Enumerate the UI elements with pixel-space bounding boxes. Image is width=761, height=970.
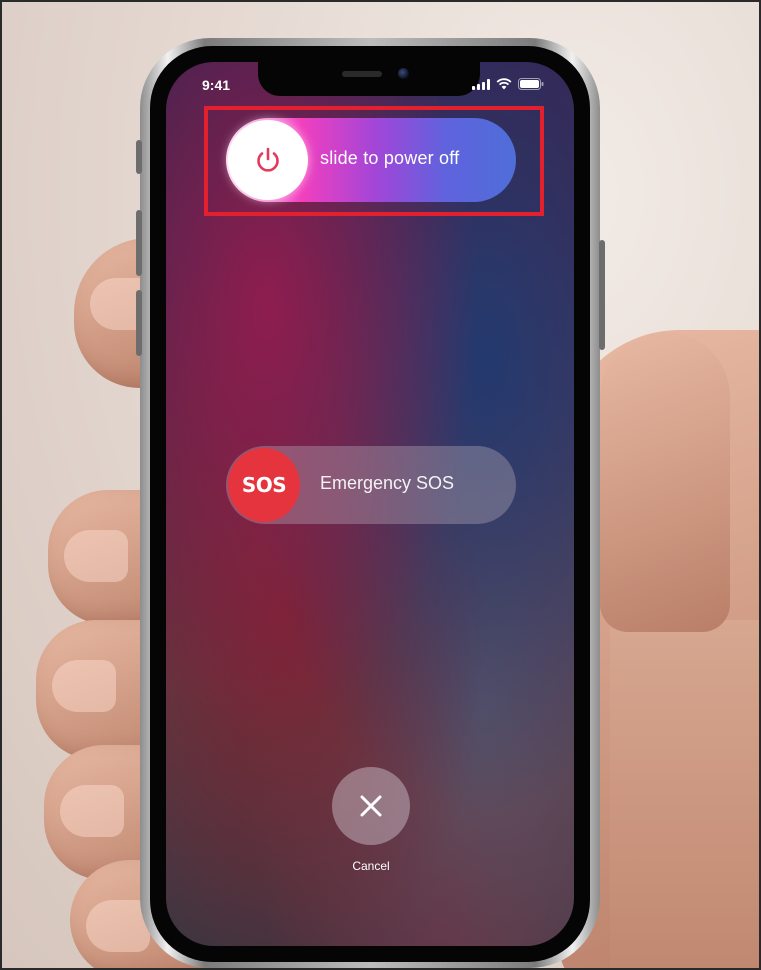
notch: [258, 62, 480, 96]
home-indicator: [300, 930, 440, 935]
close-icon: [360, 795, 382, 817]
cancel-label: Cancel: [352, 859, 390, 873]
mute-switch: [136, 140, 142, 174]
battery-icon: [518, 78, 544, 90]
sos-knob[interactable]: SOS: [228, 448, 300, 522]
hand-thumb: [600, 332, 730, 632]
front-camera: [398, 68, 409, 79]
volume-down-button: [136, 290, 142, 356]
emergency-sos-slider[interactable]: SOS Emergency SOS: [226, 446, 516, 524]
emergency-sos-label: Emergency SOS: [320, 473, 455, 493]
highlight-box: [204, 106, 544, 216]
status-time: 9:41: [202, 77, 231, 93]
cellular-signal-icon: [472, 79, 490, 90]
wifi-icon: [496, 78, 512, 90]
hand-wrist: [610, 620, 761, 970]
cancel-button[interactable]: [332, 767, 410, 845]
earpiece-speaker: [342, 71, 382, 77]
status-icons: [472, 78, 544, 90]
volume-up-button: [136, 210, 142, 276]
side-button: [599, 240, 605, 350]
